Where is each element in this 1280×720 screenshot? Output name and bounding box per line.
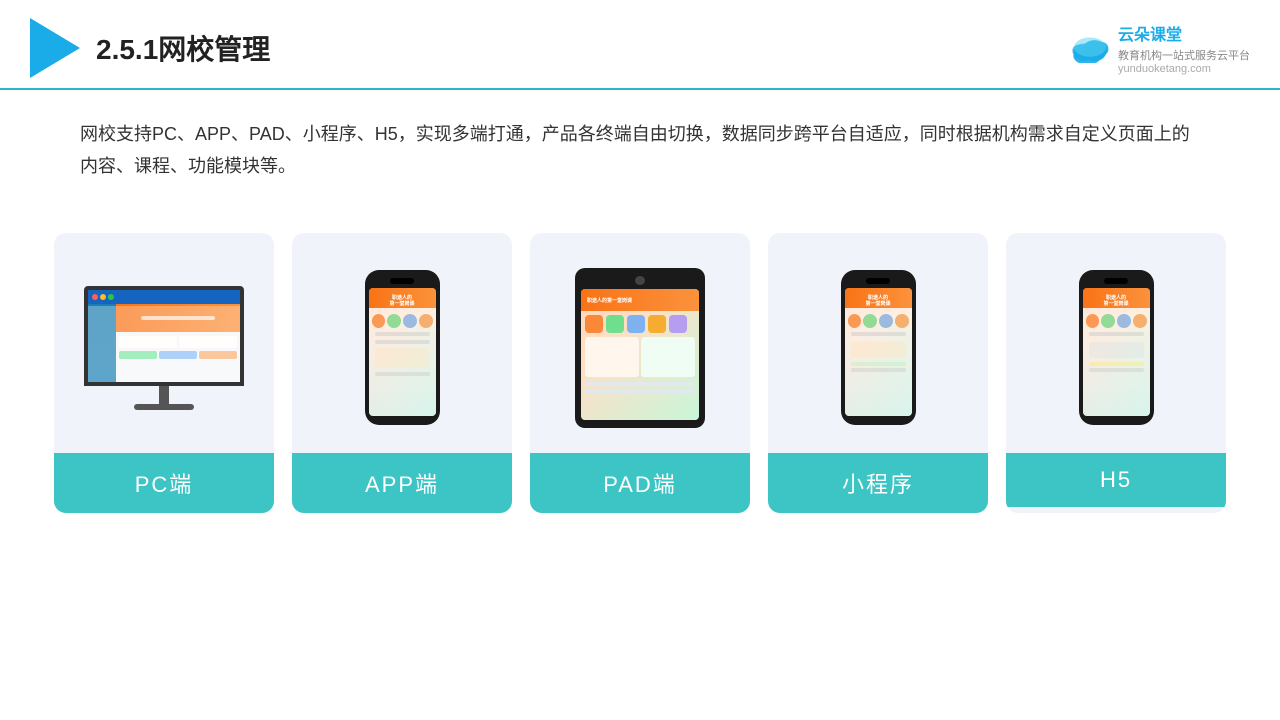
tablet-screen: 职途人的第一堂岗课 (581, 289, 699, 420)
monitor-screen-inner (88, 290, 240, 382)
header: 2.5.1网校管理 云朵课堂 教育机构一站式服务云平台 yunduoketang… (0, 0, 1280, 90)
phone-screen-mini: 职途人的第一堂岗课 (845, 288, 912, 416)
header-left: 2.5.1网校管理 (30, 18, 270, 78)
header-right: 云朵课堂 教育机构一站式服务云平台 yunduoketang.com (1068, 21, 1250, 75)
pc-monitor (84, 286, 244, 410)
device-card-pc: PC端 (54, 233, 274, 513)
mini-screen-content (845, 308, 912, 416)
page-title: 2.5.1网校管理 (96, 28, 270, 68)
monitor-base (134, 404, 194, 410)
description-paragraph: 网校支持PC、APP、PAD、小程序、H5，实现多端打通，产品各终端自由切换，数… (80, 118, 1200, 183)
brand-url: yunduoketang.com (1118, 63, 1250, 75)
monitor-stand (159, 386, 169, 404)
logo-triangle-icon (30, 18, 80, 78)
phone-mockup-h5: 职途人的第一堂岗课 (1079, 270, 1154, 425)
h5-label: H5 (1006, 453, 1226, 507)
pc-image-area (54, 233, 274, 453)
miniprogram-label: 小程序 (768, 453, 988, 513)
description-text: 网校支持PC、APP、PAD、小程序、H5，实现多端打通，产品各终端自由切换，数… (0, 90, 1280, 193)
monitor-screen (84, 286, 244, 386)
pad-image-area: 职途人的第一堂岗课 (530, 233, 750, 453)
tablet-home-button (635, 276, 645, 285)
brand-logo: 云朵课堂 教育机构一站式服务云平台 yunduoketang.com (1068, 21, 1250, 75)
device-card-app: 职途人的第一堂岗课 (292, 233, 512, 513)
app-label: APP端 (292, 453, 512, 513)
phone-mockup-app: 职途人的第一堂岗课 (365, 270, 440, 425)
phone-screen-content (369, 308, 436, 416)
device-card-h5: 职途人的第一堂岗课 (1006, 233, 1226, 513)
device-card-miniprogram: 职途人的第一堂岗课 (768, 233, 988, 513)
phone-screen-h5: 职途人的第一堂岗课 (1083, 288, 1150, 416)
h5-image-area: 职途人的第一堂岗课 (1006, 233, 1226, 453)
phone-screen-app: 职途人的第一堂岗课 (369, 288, 436, 416)
app-image-area: 职途人的第一堂岗课 (292, 233, 512, 453)
phone-mockup-mini: 职途人的第一堂岗课 (841, 270, 916, 425)
phone-notch (390, 278, 414, 284)
tablet-mockup: 职途人的第一堂岗课 (575, 268, 705, 428)
cloud-icon (1068, 33, 1112, 63)
miniprogram-image-area: 职途人的第一堂岗课 (768, 233, 988, 453)
pc-label: PC端 (54, 453, 274, 513)
phone-notch-h5 (1104, 278, 1128, 284)
device-card-pad: 职途人的第一堂岗课 (530, 233, 750, 513)
tablet-screen-content (581, 311, 699, 420)
brand-name-text: 云朵课堂 (1118, 21, 1250, 45)
device-cards-section: PC端 职途人的第一堂岗课 (0, 203, 1280, 513)
pad-label: PAD端 (530, 453, 750, 513)
h5-screen-content (1083, 308, 1150, 416)
phone-notch-mini (866, 278, 890, 284)
brand-tagline: 教育机构一站式服务云平台 (1118, 47, 1250, 63)
brand-name: 云朵课堂 教育机构一站式服务云平台 yunduoketang.com (1118, 21, 1250, 75)
